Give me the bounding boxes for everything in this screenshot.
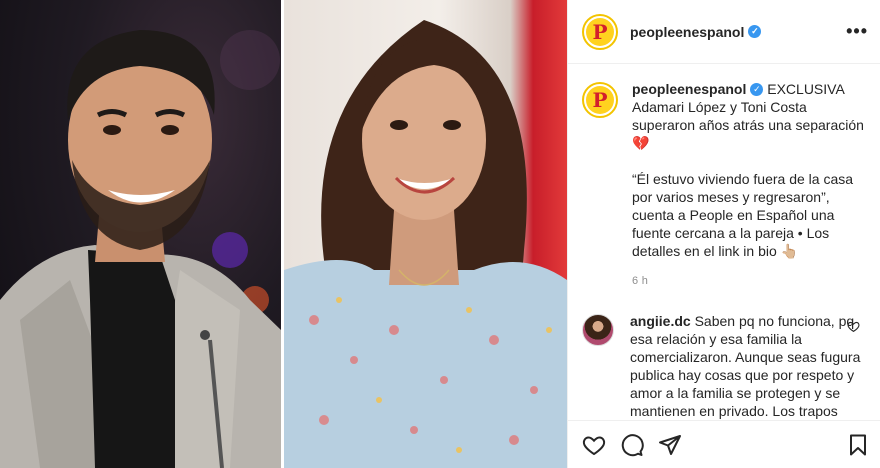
heart-icon[interactable] [582,433,606,457]
commenter-avatar[interactable] [582,314,614,346]
username-text[interactable]: peopleenespanol [630,24,744,40]
caption: P peopleenespanol ✓ EXCLUSIVA Adamari Lóp… [582,80,866,290]
comments-section[interactable]: P peopleenespanol ✓ EXCLUSIVA Adamari Lóp… [568,64,880,420]
man-portrait-illustration [0,30,281,468]
comment-body: angiie.dc Saben pq no funciona, pq esa r… [630,312,866,420]
small-heart-icon[interactable] [847,320,860,336]
caption-body: peopleenespanol ✓ EXCLUSIVA Adamari López… [632,80,866,290]
caption-verified-badge-icon: ✓ [750,82,764,96]
comment-item: angiie.dc Saben pq no funciona, pq esa r… [582,312,866,420]
caption-text: EXCLUSIVA Adamari López y Toni Costa sup… [632,81,864,259]
caption-avatar[interactable]: P [582,82,618,118]
photo-man [0,0,281,468]
comment-icon[interactable] [620,433,644,457]
more-options-icon[interactable]: ••• [846,21,868,42]
comment-text: Saben pq no funciona, pq esa relación y … [630,313,861,419]
account-avatar[interactable]: P [582,13,618,50]
action-bar [568,420,880,468]
instagram-post: P peopleenespanol ✓ ••• P peopleenespanol… [0,0,880,468]
verified-badge-icon: ✓ [748,25,762,39]
woman-portrait-illustration [284,20,567,468]
brand-logo: P [586,17,614,46]
post-sidebar: P peopleenespanol ✓ ••• P peopleenespanol… [567,0,880,468]
photo-woman [284,0,567,468]
caption-brand-logo: P [586,86,614,114]
post-header: P peopleenespanol ✓ ••• [568,0,880,64]
post-media[interactable] [0,0,567,468]
post-timestamp[interactable]: 6 h [632,272,866,290]
share-icon[interactable] [658,433,682,457]
commenter-username[interactable]: angiie.dc [630,313,691,329]
caption-username[interactable]: peopleenespanol [632,81,746,97]
account-username[interactable]: peopleenespanol ✓ [630,24,762,40]
bookmark-icon[interactable] [846,433,870,457]
